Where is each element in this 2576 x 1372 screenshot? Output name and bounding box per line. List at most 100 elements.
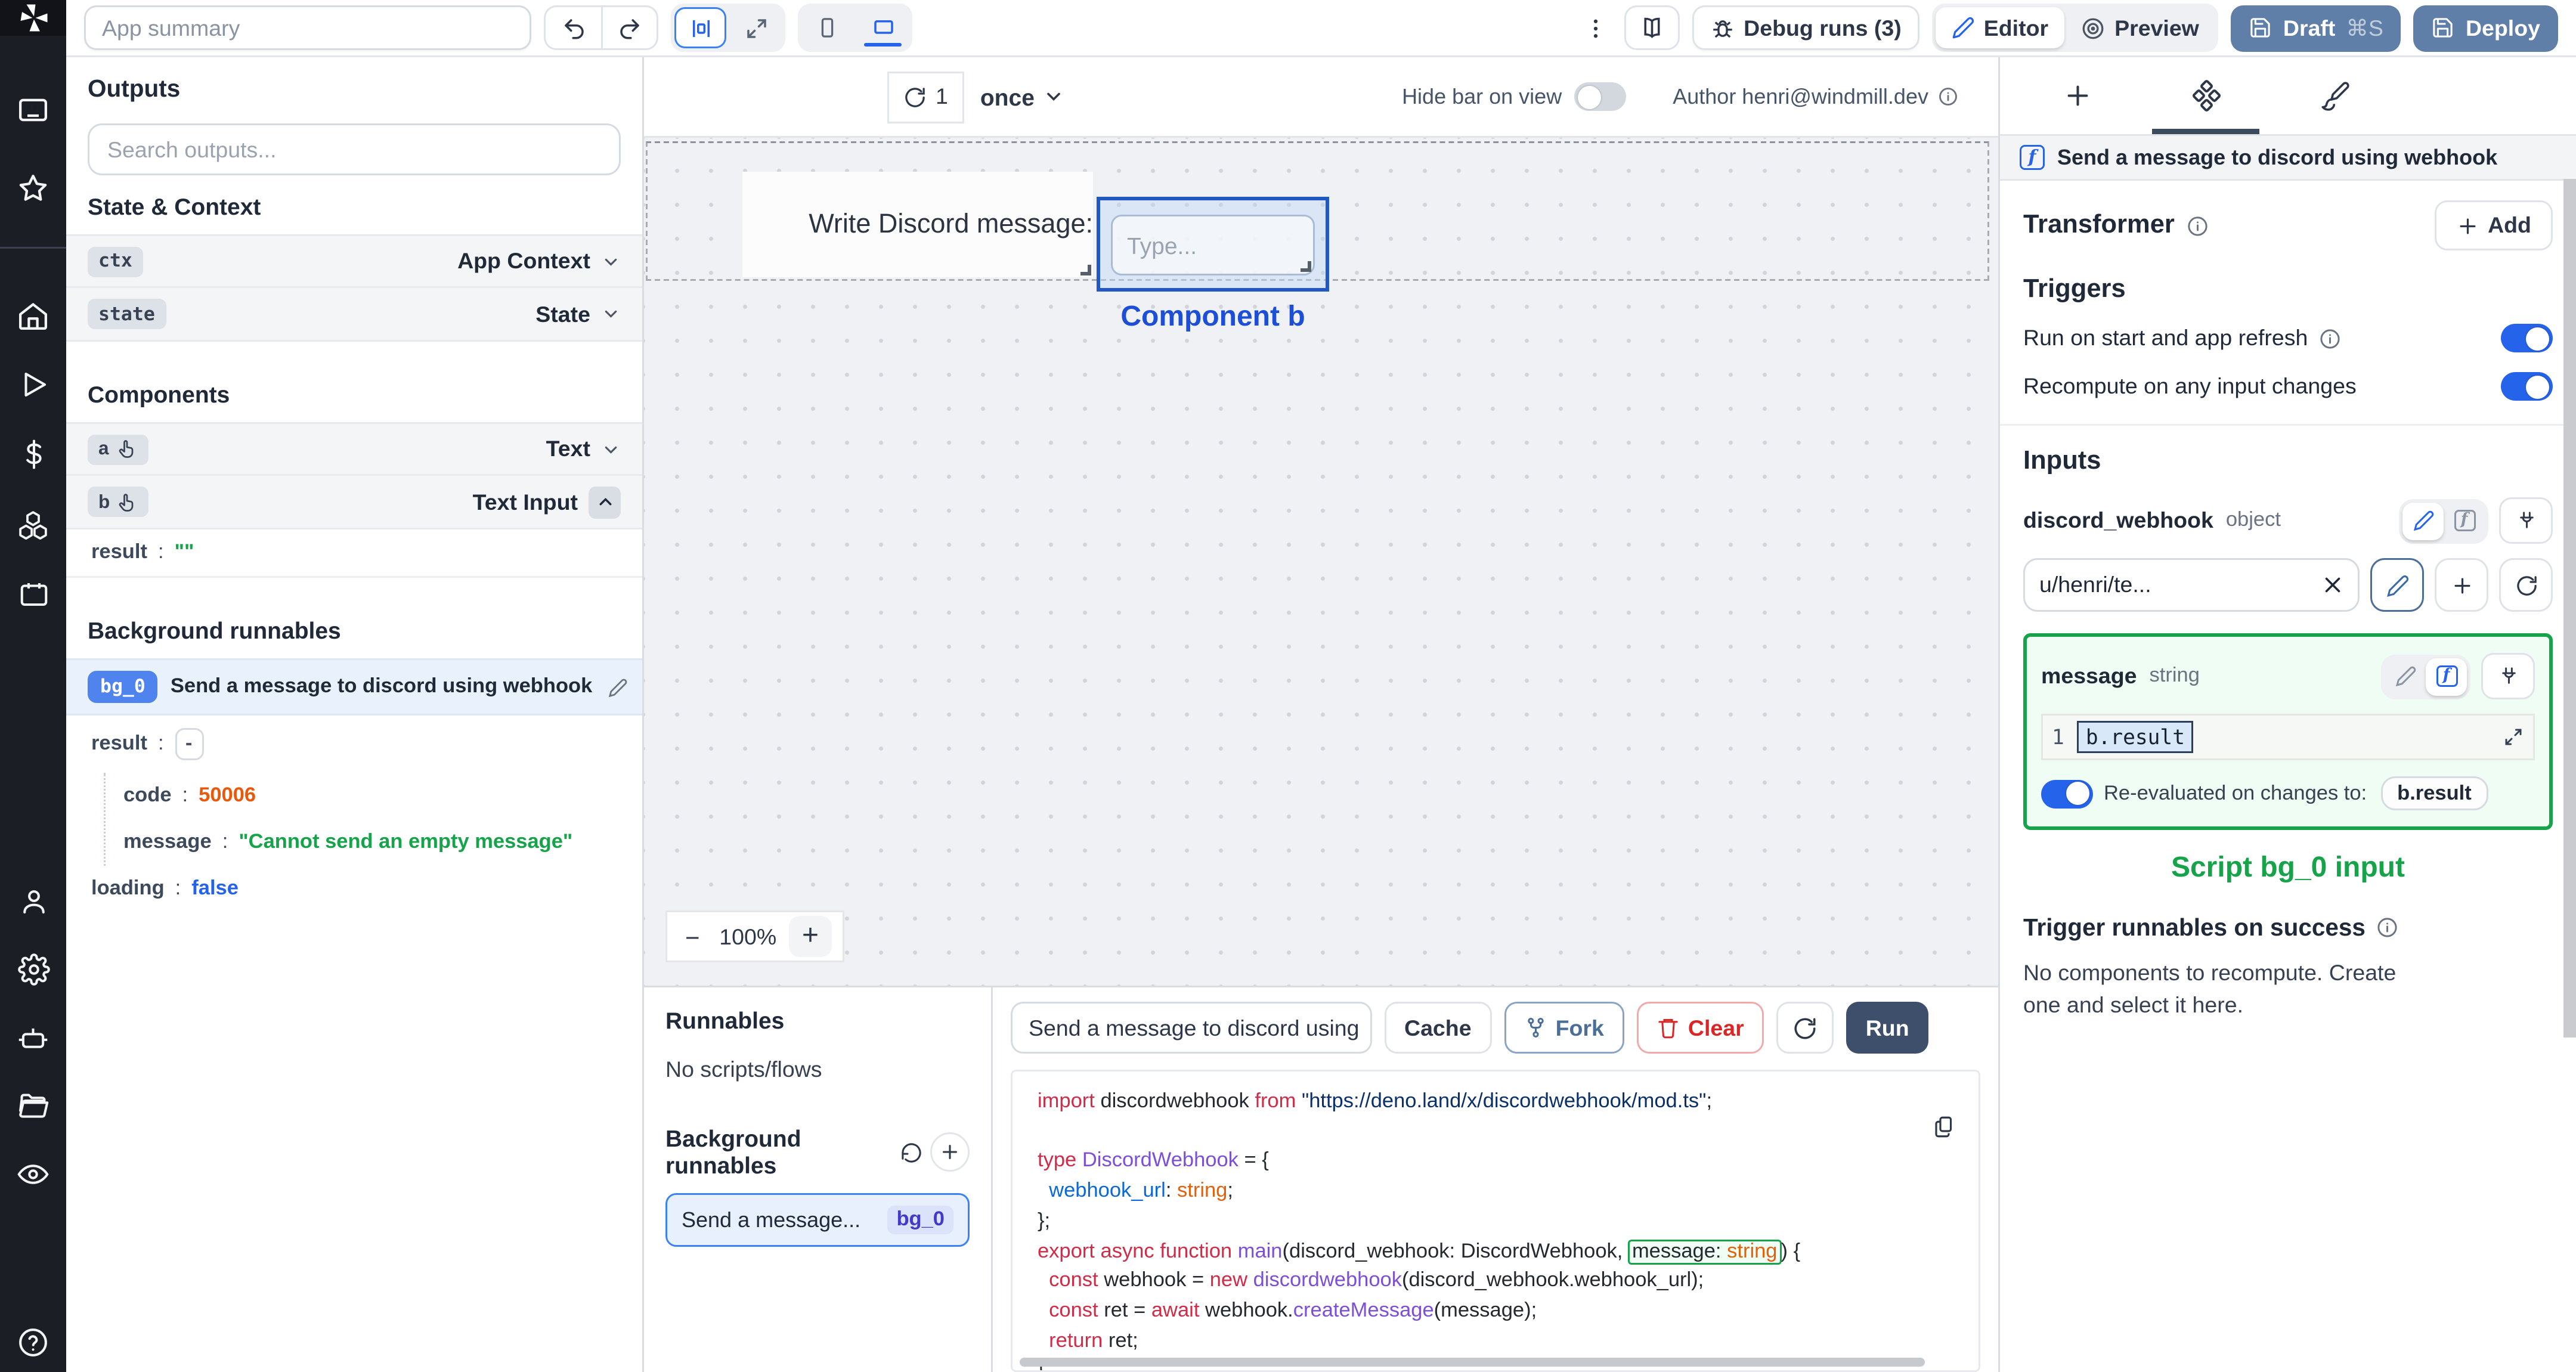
zoom-in-button[interactable]: + (789, 916, 832, 957)
tab-preview[interactable]: Preview (2064, 7, 2215, 48)
clear-x-icon[interactable] (2322, 574, 2343, 596)
workers-robot-icon[interactable] (0, 1007, 66, 1068)
windmill-logo[interactable] (0, 0, 66, 36)
info-icon[interactable] (2376, 916, 2399, 939)
text-component-a[interactable]: Write Discord message: (742, 172, 1093, 277)
interval-dropdown[interactable]: once (980, 83, 1065, 110)
center-align-tool-button[interactable] (674, 7, 726, 48)
bg0-output-row[interactable]: bg_0 Send a message to discord using web… (66, 658, 642, 716)
b-result-row[interactable]: result: "" (66, 529, 642, 578)
info-icon[interactable] (2185, 214, 2209, 237)
desktop-view-button[interactable] (857, 7, 909, 48)
refresh-resource-button[interactable] (2499, 558, 2553, 612)
static-editor-toggle[interactable] (2385, 658, 2426, 695)
history-icon[interactable] (900, 1141, 923, 1164)
app-summary-input[interactable]: App summary (84, 5, 531, 50)
info-icon[interactable] (2318, 327, 2342, 350)
vertical-scrollbar[interactable] (2563, 179, 2576, 1037)
preview-eye-icon (2080, 16, 2106, 41)
tab-settings-components[interactable] (2152, 57, 2259, 134)
refresh-code-button[interactable] (1776, 1002, 1834, 1054)
bg0-loading-row[interactable]: loading: false (66, 866, 642, 912)
costs-dollar-icon[interactable] (0, 424, 66, 485)
text-input-component[interactable]: Type... (1111, 215, 1315, 275)
left-nav (0, 0, 66, 1372)
expression-toggle[interactable]: f (2444, 502, 2485, 540)
audit-eye-icon[interactable] (0, 1143, 66, 1204)
deploy-button[interactable]: Deploy (2413, 4, 2558, 51)
chevron-down-icon[interactable] (601, 252, 621, 271)
cache-button[interactable]: Cache (1385, 1002, 1491, 1054)
apps-icon[interactable] (0, 79, 66, 140)
connect-plug-button[interactable] (2499, 497, 2553, 544)
resources-cubes-icon[interactable] (0, 494, 66, 555)
add-transformer-button[interactable]: Add (2434, 200, 2553, 250)
home-icon[interactable] (0, 284, 66, 345)
script-input-label: Script bg_0 input (2171, 853, 2405, 884)
search-outputs-input[interactable]: Search outputs... (88, 123, 621, 175)
expression-editor[interactable]: 1 b.result (2041, 714, 2535, 760)
chevron-up-icon[interactable] (589, 485, 621, 518)
add-resource-button[interactable] (2435, 558, 2488, 612)
runnable-name-input[interactable]: Send a message to discord using (1011, 1002, 1372, 1054)
favorites-star-icon[interactable] (0, 157, 66, 218)
app-canvas[interactable]: Write Discord message: Type... Component… (644, 138, 1998, 986)
bg0-code-row[interactable]: code: 50006 (106, 773, 642, 819)
bg0-result-row[interactable]: result: - (66, 716, 642, 773)
run-button[interactable]: Run (1846, 1002, 1929, 1054)
resize-handle[interactable] (1080, 265, 1091, 275)
tab-insert[interactable] (2050, 57, 2104, 134)
author-label: Author henri@windmill.dev (1673, 84, 1928, 109)
resize-handle[interactable] (1301, 261, 1311, 272)
debug-runs-button[interactable]: Debug runs (3) (1692, 5, 1919, 50)
tab-editor[interactable]: Editor (1935, 7, 2065, 48)
settings-gear-icon[interactable] (0, 939, 66, 1000)
connect-plug-button[interactable] (2481, 653, 2535, 699)
redo-button[interactable] (601, 5, 658, 50)
reeval-target-chip[interactable]: b.result (2381, 776, 2488, 810)
recompute-toggle[interactable] (2501, 372, 2553, 401)
expression-toggle[interactable]: f (2426, 657, 2467, 695)
zoom-out-button[interactable]: − (678, 922, 707, 951)
edit-pencil-icon[interactable] (608, 677, 628, 697)
selected-component-b[interactable]: Type... (1097, 197, 1329, 292)
user-icon[interactable] (0, 871, 66, 932)
hide-bar-toggle[interactable] (1574, 82, 1627, 111)
resource-picker[interactable]: u/henri/te... (2023, 558, 2360, 612)
undo-button[interactable] (544, 5, 601, 50)
fork-button[interactable]: Fork (1503, 1002, 1624, 1054)
code-editor[interactable]: import discordwebhook from "https://deno… (1011, 1070, 1980, 1372)
chevron-down-icon[interactable] (601, 439, 621, 459)
info-icon[interactable] (1937, 86, 1959, 107)
output-row-state[interactable]: state State (66, 288, 642, 342)
mobile-view-button[interactable] (801, 7, 853, 48)
refresh-count-button[interactable]: 1 (887, 70, 964, 123)
docs-book-button[interactable] (1624, 5, 1680, 50)
copy-icon[interactable] (1932, 1114, 1957, 1139)
expression-token[interactable]: b.result (2076, 721, 2194, 753)
horizontal-scrollbar[interactable] (1020, 1358, 1925, 1367)
top-bar: App summary Debug runs (3) Editor Previe… (66, 0, 2576, 57)
fullscreen-tool-button[interactable] (730, 7, 782, 48)
help-icon[interactable] (0, 1311, 66, 1372)
runnable-item-bg0[interactable]: Send a message... bg_0 (665, 1193, 970, 1247)
component-row-b[interactable]: b Text Input (66, 476, 642, 529)
output-row-ctx[interactable]: ctx App Context (66, 234, 642, 288)
schedules-calendar-icon[interactable] (0, 563, 66, 624)
tab-styling[interactable] (2308, 57, 2361, 134)
collapse-result-button[interactable]: - (174, 728, 203, 760)
bg0-message-row[interactable]: message: "Cannot send an empty message" (106, 819, 642, 866)
more-menu-icon[interactable] (1579, 14, 1611, 42)
expand-icon[interactable] (2503, 726, 2524, 748)
folders-icon[interactable] (0, 1075, 66, 1136)
edit-resource-button[interactable] (2370, 558, 2424, 612)
clear-button[interactable]: Clear (1636, 1002, 1764, 1054)
component-row-a[interactable]: a Text (66, 422, 642, 476)
draft-button[interactable]: Draft ⌘S (2231, 4, 2401, 51)
reeval-toggle[interactable] (2041, 779, 2093, 808)
run-on-start-toggle[interactable] (2501, 324, 2553, 352)
chevron-down-icon[interactable] (601, 304, 621, 324)
static-editor-toggle[interactable] (2402, 501, 2444, 540)
runs-play-icon[interactable] (0, 354, 66, 415)
add-runnable-button[interactable] (930, 1132, 970, 1172)
